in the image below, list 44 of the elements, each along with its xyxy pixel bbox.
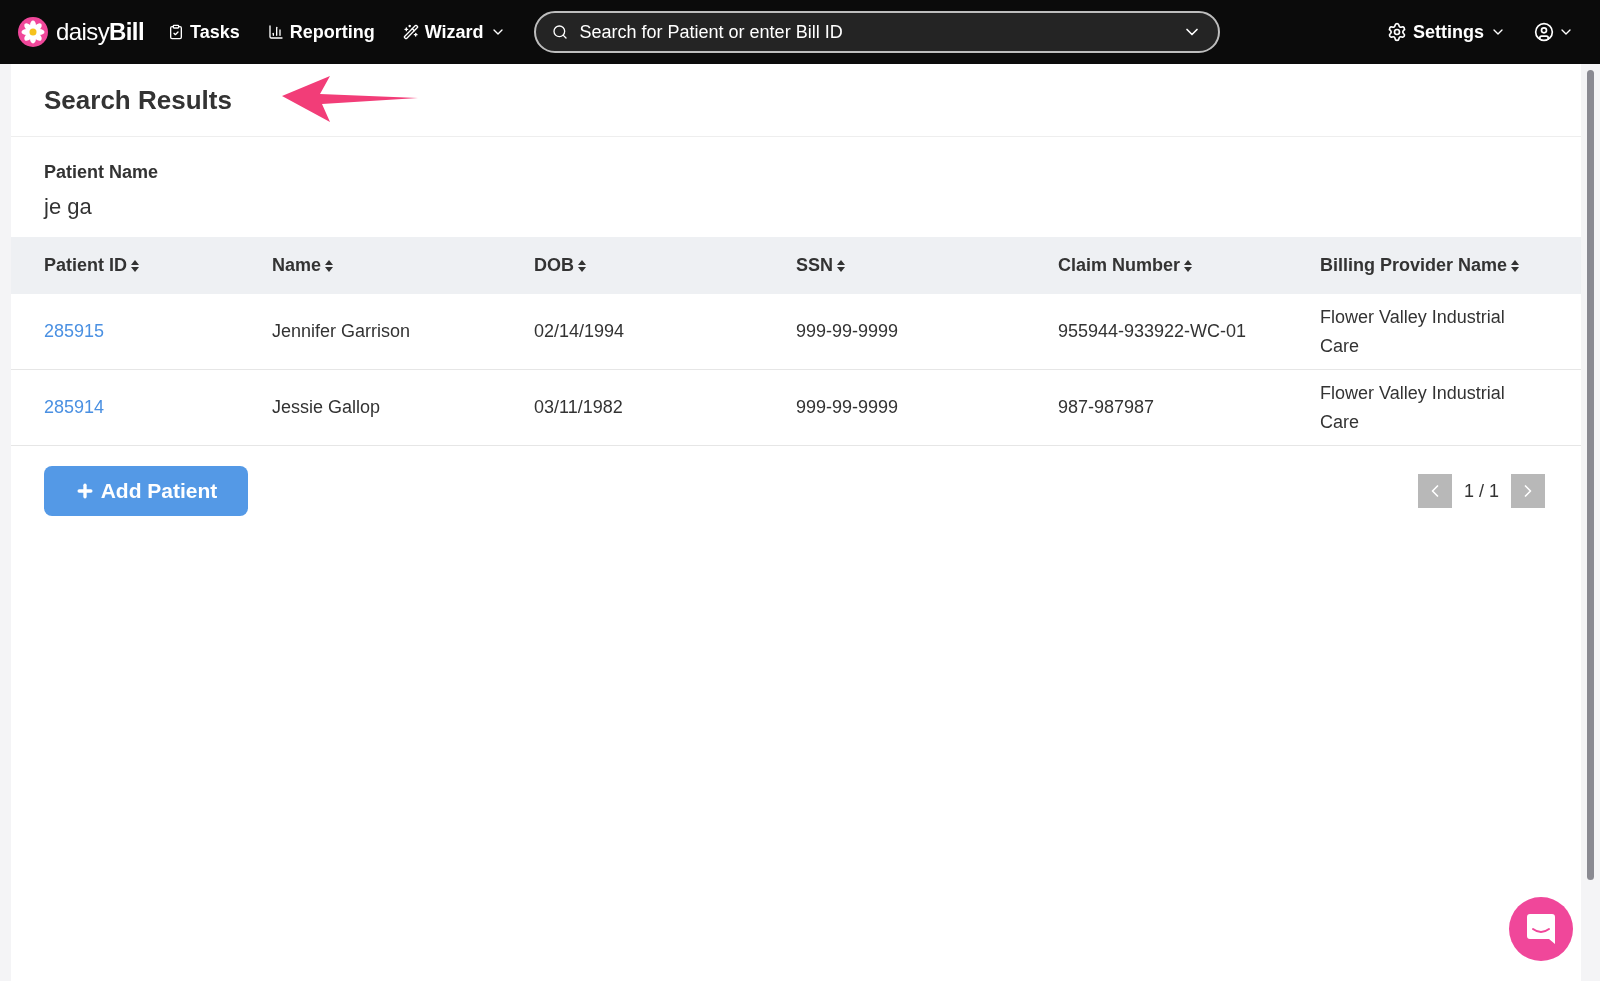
- nav-item[interactable]: Tasks: [167, 18, 240, 46]
- nav-item[interactable]: Wizard: [402, 18, 506, 46]
- table-cell: 02/14/1994: [534, 321, 625, 341]
- chat-icon: [1527, 914, 1555, 944]
- page-indicator: 1 / 1: [1463, 479, 1499, 503]
- table-cell: 999-99-9999: [796, 321, 899, 341]
- settings-menu[interactable]: Settings: [1387, 18, 1506, 46]
- table-cell: 999-99-9999: [796, 397, 899, 417]
- scrollbar[interactable]: [1587, 70, 1594, 880]
- table-cell: Jessie Gallop: [272, 397, 381, 417]
- filter-value: je ga: [44, 193, 93, 221]
- column-header[interactable]: Name: [272, 252, 322, 279]
- flower-logo-icon: [18, 17, 48, 47]
- sort-icon: [1184, 259, 1193, 272]
- previous-page-button[interactable]: [1417, 474, 1452, 508]
- table-cell: Jennifer Garrison: [272, 321, 411, 341]
- search-input[interactable]: Search for Patient or enter Bill ID: [579, 18, 1170, 46]
- user-icon: [1534, 22, 1554, 42]
- search-bar[interactable]: Search for Patient or enter Bill ID: [533, 11, 1220, 53]
- page-title: Search Results: [44, 83, 232, 117]
- column-header[interactable]: Patient ID: [44, 252, 127, 279]
- bar-chart-icon: [267, 24, 284, 40]
- table-cell: Flower Valley Industrial Care: [1320, 382, 1505, 432]
- filter-label: Patient Name: [44, 161, 160, 184]
- search-icon: [551, 24, 568, 40]
- clipboard-icon: [167, 24, 184, 40]
- table-cell: 955944-933922-WC-01: [1058, 321, 1247, 341]
- sort-icon: [1511, 259, 1520, 272]
- sort-icon: [837, 259, 845, 272]
- nav-item[interactable]: Reporting: [267, 18, 375, 46]
- table-cell: 03/11/1982: [534, 397, 623, 417]
- column-header[interactable]: Claim Number: [1058, 252, 1181, 279]
- sort-icon: [131, 259, 139, 272]
- sort-icon: [325, 259, 334, 272]
- sort-icon: [578, 259, 586, 272]
- brand-name[interactable]: daisyBill: [56, 14, 144, 50]
- table-cell: 987-987987: [1058, 397, 1155, 417]
- magic-wand-icon: [402, 24, 419, 40]
- settings-icon: [1387, 22, 1407, 42]
- next-page-button[interactable]: [1511, 474, 1545, 508]
- table-cell: Flower Valley Industrial Care: [1320, 306, 1505, 356]
- column-header[interactable]: Billing Provider Name: [1320, 252, 1508, 279]
- column-header[interactable]: SSN: [796, 252, 833, 279]
- column-header[interactable]: DOB: [534, 252, 574, 279]
